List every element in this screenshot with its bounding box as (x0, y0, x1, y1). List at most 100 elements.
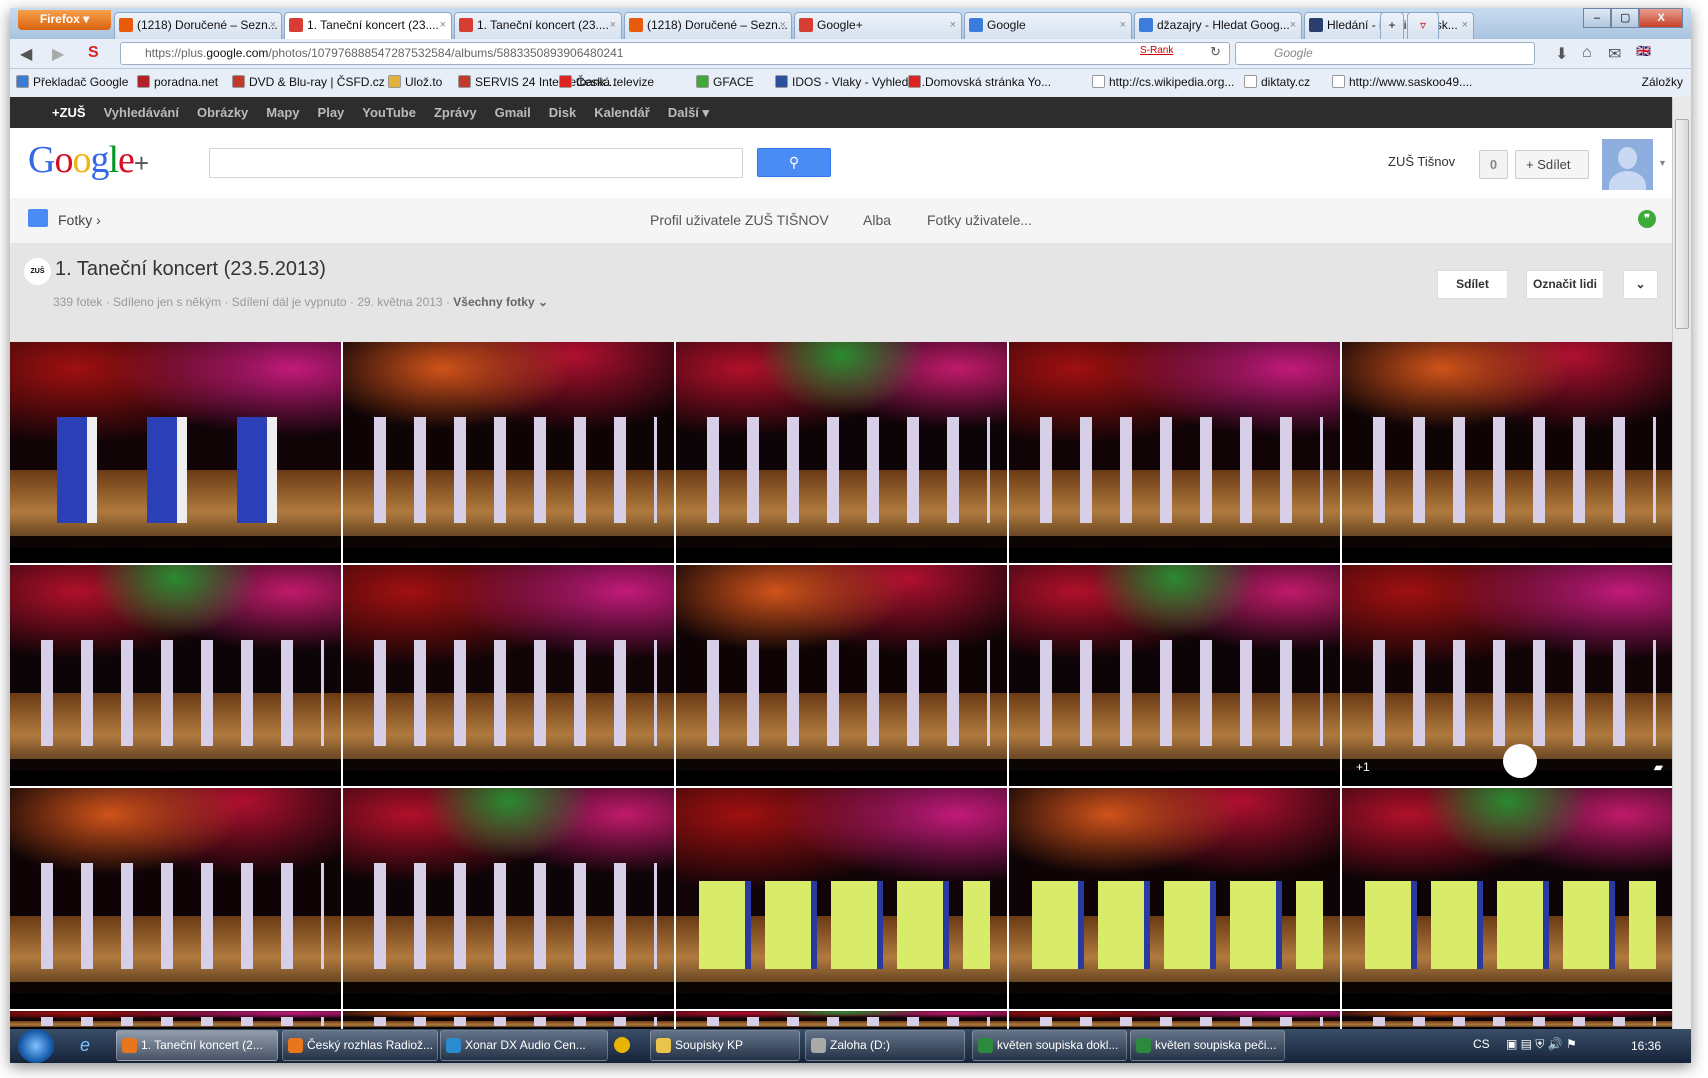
plus-one-count[interactable]: +1 (1356, 760, 1370, 774)
taskbar-item[interactable]: Soupisky KP (650, 1030, 800, 1061)
google-plus-logo[interactable]: Google+ (28, 138, 149, 182)
google-bar-link[interactable]: Vyhledávání (95, 97, 188, 128)
close-tab-icon[interactable]: × (780, 13, 786, 37)
avatar[interactable] (1602, 139, 1653, 190)
google-bar-link[interactable]: Další ▾ (659, 97, 718, 128)
browser-tab[interactable]: 1. Taneční koncert (23.... × (284, 12, 452, 39)
browser-tab[interactable]: Google × (964, 12, 1132, 39)
google-bar-link[interactable]: Disk (540, 97, 585, 128)
photo-thumbnail[interactable] (10, 565, 341, 786)
taskbar-item[interactable]: Český rozhlas Radiož... (282, 1030, 438, 1061)
user-name-link[interactable]: ZUŠ Tišnov (1388, 154, 1455, 169)
album-share-button[interactable]: Sdílet (1437, 270, 1508, 299)
close-tab-icon[interactable]: × (1120, 13, 1126, 37)
bookmark-item[interactable]: Česká televize (559, 75, 654, 89)
browser-tab[interactable]: (1218) Doručené – Sezn... × (624, 12, 792, 39)
photo-thumbnail[interactable] (1009, 1011, 1340, 1029)
search-engine-input[interactable]: Google (1235, 42, 1535, 65)
start-button[interactable] (18, 1029, 54, 1063)
account-dropdown-icon[interactable]: ▼ (1658, 158, 1667, 168)
winamp-icon[interactable] (614, 1037, 630, 1053)
photo-thumbnail[interactable] (676, 788, 1007, 1009)
internet-explorer-icon[interactable]: e (80, 1035, 90, 1056)
language-flags-icon[interactable]: 🇬🇧 (1636, 44, 1651, 58)
close-tab-icon[interactable]: × (1290, 13, 1296, 37)
close-window-button[interactable]: X (1639, 8, 1683, 28)
list-all-tabs-button[interactable]: ▿ (1407, 12, 1439, 39)
download-icon[interactable]: ⬇ (1555, 44, 1568, 64)
url-bar[interactable]: https://plus.google.com/photos/107976888… (120, 42, 1230, 65)
photo-thumbnail[interactable] (343, 788, 674, 1009)
photo-thumbnail[interactable] (676, 565, 1007, 786)
photo-thumbnail[interactable] (1009, 565, 1340, 786)
google-bar-link[interactable]: Mapy (257, 97, 308, 128)
browser-tab[interactable]: 1. Taneční koncert (23.... × (454, 12, 622, 39)
browser-tab[interactable]: Google+ × (794, 12, 962, 39)
close-tab-icon[interactable]: × (270, 13, 276, 37)
page-scrollbar[interactable] (1672, 97, 1691, 1029)
photo-thumbnail[interactable] (10, 342, 341, 563)
photo-thumbnail[interactable] (343, 565, 674, 786)
photo-thumbnail[interactable] (1009, 342, 1340, 563)
close-tab-icon[interactable]: × (440, 13, 446, 37)
back-icon[interactable]: ◀ (20, 44, 32, 64)
bookmark-item[interactable]: http://cs.wikipedia.org... (1092, 75, 1234, 89)
bookmark-item[interactable]: poradna.net (137, 75, 218, 89)
bookmark-item[interactable]: http://www.saskoo49.... (1332, 75, 1472, 89)
mail-icon[interactable]: ✉ (1608, 44, 1621, 64)
reload-icon[interactable]: ↻ (1210, 44, 1221, 60)
tag-people-button[interactable]: Označit lidi (1526, 270, 1604, 299)
google-bar-link[interactable]: Obrázky (188, 97, 257, 128)
photos-link[interactable]: Fotky › (58, 212, 101, 228)
comment-icon[interactable]: ▰ (1654, 760, 1663, 774)
close-tab-icon[interactable]: × (1462, 13, 1468, 37)
forward-icon[interactable]: ▶ (52, 44, 64, 64)
taskbar-item[interactable]: 1. Taneční koncert (2... (116, 1030, 278, 1061)
minimize-button[interactable]: – (1583, 8, 1612, 28)
google-bar-link[interactable]: Zprávy (425, 97, 486, 128)
photo-thumbnail[interactable] (343, 1011, 674, 1029)
clock[interactable]: 16:36 (1631, 1039, 1661, 1053)
google-bar-link[interactable]: Kalendář (585, 97, 659, 128)
bookmark-item[interactable]: Překladač Google (16, 75, 128, 89)
browser-tab[interactable]: džazajry - Hledat Goog... × (1134, 12, 1302, 39)
bookmark-item[interactable]: IDOS - Vlaky - Vyhledá... (775, 75, 925, 89)
photo-thumbnail[interactable] (343, 342, 674, 563)
google-bar-link[interactable]: Gmail (486, 97, 540, 128)
close-tab-icon[interactable]: × (950, 13, 956, 37)
bookmark-item[interactable]: GFACE (696, 75, 754, 89)
photo-thumbnail[interactable]: +1 ▰ (1342, 565, 1672, 786)
photo-thumbnail[interactable] (676, 1011, 1007, 1029)
scrollbar-thumb[interactable] (1675, 119, 1689, 329)
profile-link[interactable]: Profil uživatele ZUŠ TIŠNOV (650, 212, 829, 228)
photo-thumbnail[interactable] (10, 1011, 341, 1029)
language-indicator[interactable]: CS (1473, 1037, 1490, 1051)
bookmark-item[interactable]: Ulož.to (388, 75, 442, 89)
bookmarks-menu[interactable]: Záložky (1642, 75, 1683, 89)
bookmark-item[interactable]: diktaty.cz (1244, 75, 1310, 89)
browser-tab[interactable]: (1218) Doručené – Sezn... × (114, 12, 282, 39)
notifications-count[interactable]: 0 (1479, 150, 1508, 179)
hangouts-icon[interactable]: ❞ (1638, 210, 1656, 228)
tray-icons[interactable]: ▣ ▤ ⛨ 🔊 ⚑ (1506, 1037, 1577, 1052)
photo-thumbnail[interactable] (10, 788, 341, 1009)
search-button[interactable]: ⚲ (757, 148, 831, 177)
more-options-button[interactable]: ⌄ (1623, 270, 1658, 299)
photo-thumbnail[interactable] (676, 342, 1007, 563)
all-photos-filter[interactable]: Všechny fotky ⌄ (453, 295, 548, 309)
taskbar-item[interactable]: květen soupiska peči... (1130, 1030, 1285, 1061)
new-tab-button[interactable]: + (1380, 12, 1404, 39)
taskbar-item[interactable]: Xonar DX Audio Cen... (440, 1030, 608, 1061)
taskbar-item[interactable]: květen soupiska dokl... (972, 1030, 1127, 1061)
google-bar-link[interactable]: +ZUŠ (43, 97, 95, 128)
share-button[interactable]: + Sdílet (1515, 150, 1589, 179)
srank-badge[interactable]: S-Rank (1140, 45, 1173, 56)
seznam-s-icon[interactable]: S (88, 44, 99, 62)
google-bar-link[interactable]: YouTube (353, 97, 425, 128)
bookmark-item[interactable]: DVD & Blu-ray | ČSFD.cz (232, 75, 385, 89)
bookmark-item[interactable]: Domovská stránka Yo... (908, 75, 1051, 89)
home-icon[interactable]: ⌂ (1582, 44, 1592, 62)
google-bar-link[interactable]: Play (309, 97, 354, 128)
search-input[interactable] (209, 148, 743, 178)
albums-link[interactable]: Alba (863, 212, 891, 228)
